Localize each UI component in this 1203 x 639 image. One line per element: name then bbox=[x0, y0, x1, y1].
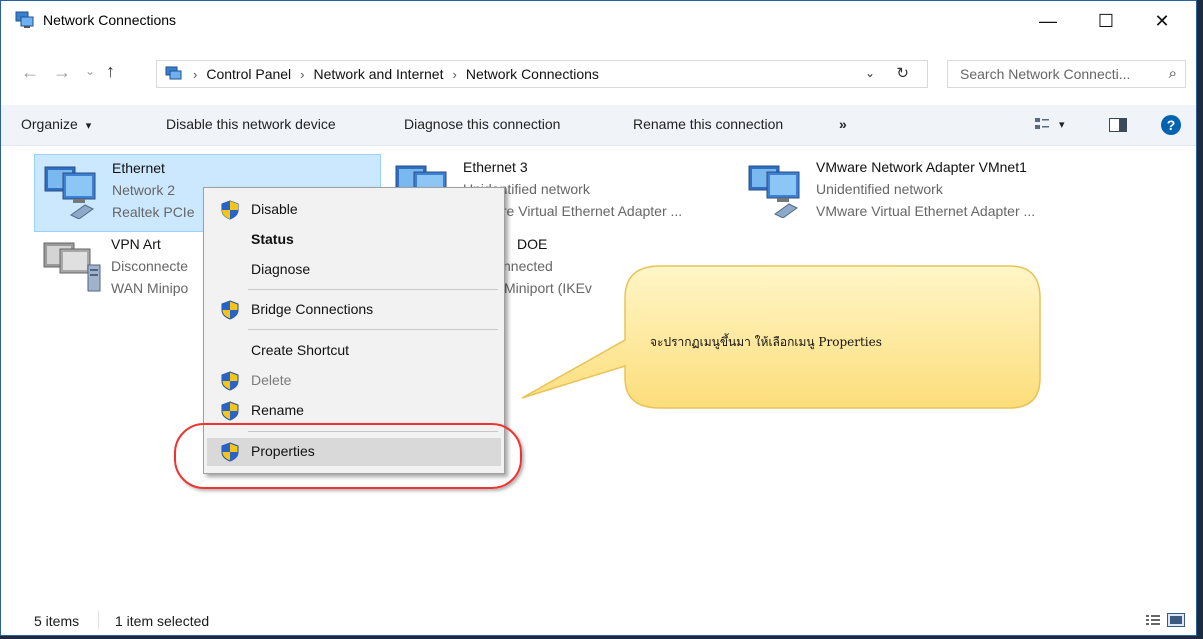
diagnose-connection-button[interactable]: Diagnose this connection bbox=[404, 116, 560, 132]
maximize-button[interactable]: ☐ bbox=[1083, 1, 1129, 41]
recent-locations-button[interactable]: ⌄ bbox=[85, 64, 95, 78]
rename-connection-button[interactable]: Rename this connection bbox=[633, 116, 783, 132]
shield-icon bbox=[221, 371, 239, 391]
search-icon[interactable]: ⌕ bbox=[1169, 65, 1177, 82]
breadcrumb-control-panel[interactable]: Control Panel bbox=[206, 66, 291, 82]
menu-item-label: Create Shortcut bbox=[251, 342, 350, 358]
command-bar: Organize ▾ Disable this network device D… bbox=[1, 105, 1196, 146]
refresh-icon[interactable]: ↻ bbox=[896, 64, 909, 82]
connection-name: VPN Art bbox=[111, 236, 161, 252]
breadcrumb-separator: › bbox=[193, 66, 198, 82]
title-bar: Network Connections — ☐ ✕ bbox=[1, 1, 1196, 41]
back-button[interactable]: ← bbox=[21, 62, 39, 83]
menu-item-diagnose[interactable]: Diagnose bbox=[207, 256, 501, 284]
connection-device: WAN Minipo bbox=[111, 280, 189, 296]
breadcrumb-separator: › bbox=[300, 66, 305, 82]
menu-item-disable[interactable]: Disable bbox=[207, 196, 501, 224]
minimize-button[interactable]: — bbox=[1025, 1, 1071, 41]
more-commands-button[interactable]: » bbox=[839, 116, 847, 132]
menu-item-label: Rename bbox=[251, 402, 304, 418]
search-input[interactable]: Search Network Connecti... ⌕ bbox=[947, 60, 1186, 88]
connection-name: DOE bbox=[517, 236, 548, 252]
address-bar[interactable]: › Control Panel › Network and Internet ›… bbox=[156, 60, 928, 88]
shield-icon bbox=[221, 401, 239, 421]
connection-device: VMware Virtual Ethernet Adapter ... bbox=[816, 203, 1036, 219]
control-panel-icon bbox=[165, 66, 182, 80]
window-title: Network Connections bbox=[43, 12, 177, 28]
large-icons-view-icon[interactable] bbox=[1167, 613, 1185, 627]
connection-status: Network 2 bbox=[112, 182, 176, 198]
connection-name: VMware Network Adapter VMnet1 bbox=[816, 159, 1027, 175]
shield-icon bbox=[221, 300, 239, 320]
item-count: 5 items bbox=[34, 613, 80, 629]
menu-item-rename[interactable]: Rename bbox=[207, 397, 501, 425]
network-connections-app-icon bbox=[15, 11, 34, 28]
menu-item-label: Delete bbox=[251, 372, 292, 388]
menu-item-label: Disable bbox=[251, 201, 298, 217]
menu-item-bridge-connections[interactable]: Bridge Connections bbox=[207, 296, 501, 324]
menu-separator bbox=[248, 289, 498, 290]
disable-device-button[interactable]: Disable this network device bbox=[166, 116, 336, 132]
breadcrumb-separator: › bbox=[452, 66, 457, 82]
address-dropdown-icon[interactable]: ⌄ bbox=[865, 66, 875, 80]
up-button[interactable]: ↑ bbox=[106, 61, 115, 82]
connection-vmware-vmnet1[interactable]: VMware Network Adapter VMnet1 Unidentifi… bbox=[739, 154, 1159, 232]
network-adapter-icon bbox=[748, 165, 800, 218]
connection-name: Ethernet bbox=[112, 160, 165, 176]
menu-item-label: Diagnose bbox=[251, 261, 311, 277]
status-bar: 5 items 1 item selected bbox=[1, 607, 1196, 635]
details-view-icon[interactable] bbox=[1146, 614, 1160, 626]
organize-button[interactable]: Organize ▾ bbox=[21, 116, 91, 132]
forward-button[interactable]: → bbox=[53, 62, 71, 83]
breadcrumb-network-and-internet[interactable]: Network and Internet bbox=[314, 66, 444, 82]
help-icon[interactable]: ? bbox=[1161, 115, 1181, 135]
breadcrumb-network-connections[interactable]: Network Connections bbox=[466, 66, 599, 82]
selection-count: 1 item selected bbox=[115, 613, 210, 629]
menu-item-delete[interactable]: Delete bbox=[207, 367, 501, 395]
organize-label: Organize bbox=[21, 116, 78, 132]
status-divider bbox=[98, 611, 99, 629]
close-button[interactable]: ✕ bbox=[1139, 1, 1185, 41]
properties-highlight-ring bbox=[174, 423, 522, 489]
menu-item-label: Status bbox=[251, 231, 294, 247]
menu-item-label: Bridge Connections bbox=[251, 301, 374, 317]
change-view-icon[interactable] bbox=[1035, 117, 1049, 131]
connection-name: Ethernet 3 bbox=[463, 159, 528, 175]
view-options-chevron-icon[interactable]: ▾ bbox=[1059, 118, 1065, 131]
menu-separator bbox=[248, 329, 498, 330]
callout-text: จะปรากฏเมนูขึ้นมา ให้เลือกเมนู Propertie… bbox=[650, 335, 882, 349]
address-row: ← → ⌄ ↑ › Control Panel › Network and In… bbox=[1, 55, 1196, 91]
connection-device: Realtek PCIe bbox=[112, 204, 195, 220]
chevron-down-icon: ▾ bbox=[85, 120, 92, 132]
preview-pane-icon[interactable] bbox=[1109, 118, 1127, 132]
connection-status: Disconnecte bbox=[111, 258, 189, 274]
shield-icon bbox=[221, 200, 239, 220]
menu-item-create-shortcut[interactable]: Create Shortcut bbox=[207, 337, 501, 365]
menu-item-status[interactable]: Status bbox=[207, 226, 501, 254]
connection-status: Unidentified network bbox=[816, 181, 943, 197]
vpn-connection-icon bbox=[43, 242, 101, 292]
network-adapter-icon bbox=[44, 166, 96, 219]
search-placeholder: Search Network Connecti... bbox=[960, 66, 1131, 82]
